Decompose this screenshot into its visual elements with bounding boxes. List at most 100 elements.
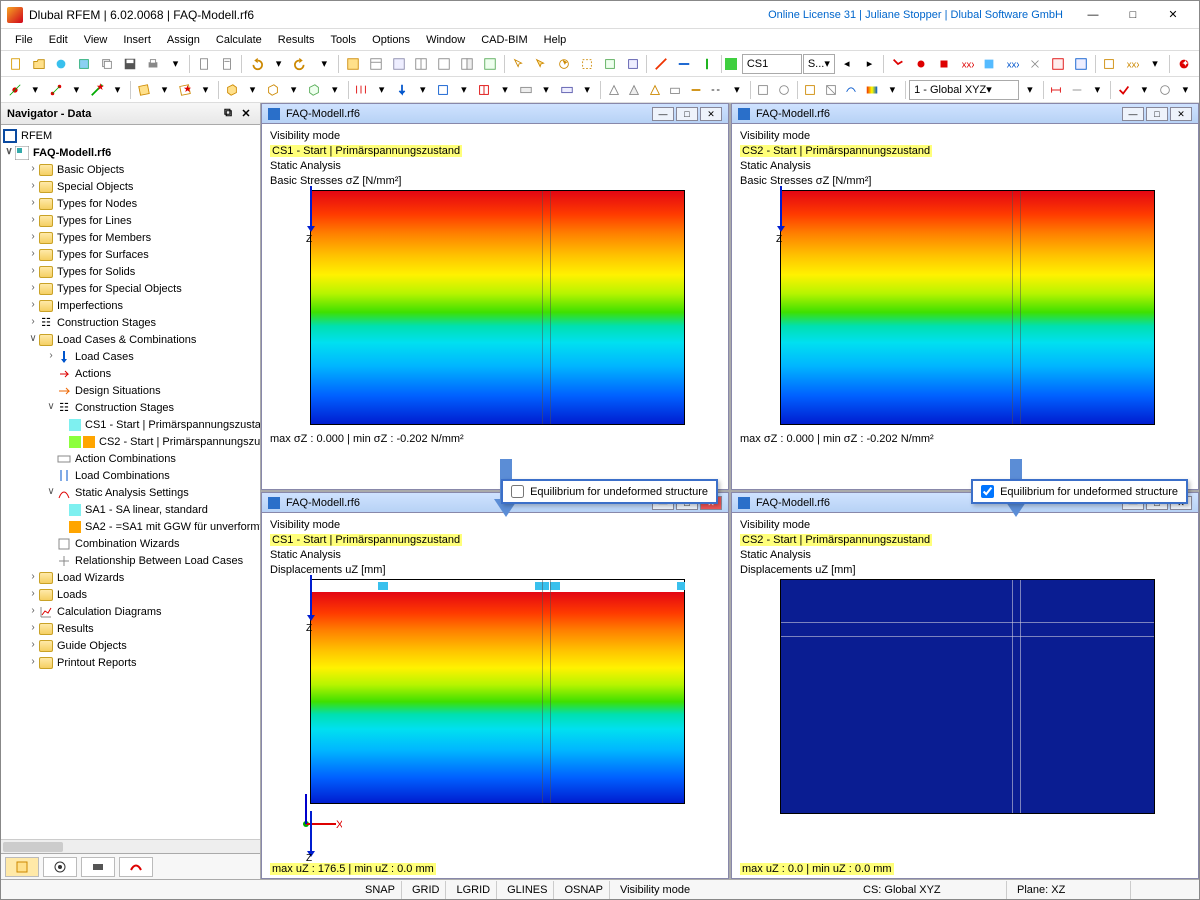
navigator-tree[interactable]: RFEM ∨ FAQ-Modell.rf6 ›Basic Objects›Spe…	[1, 125, 260, 839]
menu-calculate[interactable]: Calculate	[208, 32, 270, 48]
res4-icon[interactable]: xxx	[956, 53, 978, 75]
expand-icon[interactable]: ›	[27, 606, 39, 618]
chevron-down-icon[interactable]: ▾	[313, 53, 335, 75]
expand-icon[interactable]: ›	[27, 249, 39, 261]
chevron-down-icon[interactable]: ▾	[1135, 79, 1155, 101]
res9-icon[interactable]	[1070, 53, 1092, 75]
expand-icon[interactable]: ›	[27, 589, 39, 601]
pin-icon[interactable]: ⧉	[220, 106, 236, 122]
load2-icon[interactable]	[392, 79, 412, 101]
collapse-icon[interactable]: ∨	[3, 147, 15, 159]
opt2-icon[interactable]	[1155, 79, 1175, 101]
tab-display[interactable]	[43, 857, 77, 877]
tree-folder[interactable]: ›Types for Lines	[1, 212, 260, 229]
misc2-icon[interactable]	[774, 79, 794, 101]
menu-window[interactable]: Window	[418, 32, 473, 48]
chevron-down-icon[interactable]: ▾	[165, 53, 187, 75]
surface1-icon[interactable]	[134, 79, 154, 101]
collapse-icon[interactable]: ∨	[45, 487, 57, 499]
menu-assign[interactable]: Assign	[159, 32, 208, 48]
sup1-icon[interactable]	[604, 79, 624, 101]
tree-folder[interactable]: ›Guide Objects	[1, 637, 260, 654]
sup3-icon[interactable]	[645, 79, 665, 101]
tree-folder[interactable]: ›Results	[1, 620, 260, 637]
print-icon[interactable]	[142, 53, 164, 75]
res1-icon[interactable]	[887, 53, 909, 75]
prev-icon[interactable]: ◂	[836, 53, 858, 75]
chevron-down-icon[interactable]: ▾	[26, 79, 46, 101]
chevron-down-icon[interactable]: ▾	[1176, 79, 1196, 101]
select3-icon[interactable]	[553, 53, 575, 75]
tree-folder[interactable]: ›Types for Solids	[1, 263, 260, 280]
viewport-canvas[interactable]: Visibility mode CS2 - Start | Primärspan…	[732, 513, 1198, 878]
new-icon[interactable]	[5, 53, 27, 75]
wizard-icon[interactable]: ✦	[1173, 53, 1195, 75]
collapse-icon[interactable]: ∨	[45, 402, 57, 414]
load4-icon[interactable]	[475, 79, 495, 101]
tab-views[interactable]	[81, 857, 115, 877]
maximize-button[interactable]: □	[1113, 3, 1153, 27]
sup5-icon[interactable]	[686, 79, 706, 101]
expand-icon[interactable]: ›	[27, 164, 39, 176]
table7-icon[interactable]	[479, 53, 501, 75]
menu-insert[interactable]: Insert	[115, 32, 159, 48]
tab-results[interactable]	[119, 857, 153, 877]
tree-cs2[interactable]: CS2 - Start | Primärspannungszustand	[1, 433, 260, 450]
vp-max-icon[interactable]: □	[1146, 107, 1168, 121]
tree-sa2[interactable]: SA2 - =SA1 mit GGW für unverformte Struk…	[1, 518, 260, 535]
node3-icon[interactable]: ★	[87, 79, 107, 101]
tree-folder[interactable]: ›Load Wizards	[1, 569, 260, 586]
view3-icon[interactable]	[842, 79, 862, 101]
menu-results[interactable]: Results	[270, 32, 323, 48]
viewport-canvas[interactable]: Visibility mode CS2 - Start | Primärspan…	[732, 124, 1198, 489]
sup4-icon[interactable]	[665, 79, 685, 101]
res8-icon[interactable]	[1047, 53, 1069, 75]
tree-root[interactable]: RFEM	[1, 127, 260, 144]
glines-toggle[interactable]: GLINES	[501, 881, 554, 899]
view1-icon[interactable]	[800, 79, 820, 101]
close-panel-icon[interactable]: ✕	[238, 106, 254, 122]
vp-min-icon[interactable]: —	[652, 107, 674, 121]
res11-icon[interactable]: xxx	[1121, 53, 1143, 75]
dim2-icon[interactable]	[1067, 79, 1087, 101]
doc1-icon[interactable]	[193, 53, 215, 75]
chevron-down-icon[interactable]: ▾	[284, 79, 304, 101]
menu-file[interactable]: File	[7, 32, 41, 48]
save-icon[interactable]	[119, 53, 141, 75]
load5-icon[interactable]	[516, 79, 536, 101]
expand-icon[interactable]: ›	[27, 300, 39, 312]
open-icon[interactable]	[28, 53, 50, 75]
select6-icon[interactable]	[622, 53, 644, 75]
table2-icon[interactable]	[365, 53, 387, 75]
copy-icon[interactable]	[96, 53, 118, 75]
table6-icon[interactable]	[456, 53, 478, 75]
select5-icon[interactable]	[599, 53, 621, 75]
equilibrium-checkbox[interactable]	[981, 485, 994, 498]
expand-icon[interactable]: ›	[27, 283, 39, 295]
res3-icon[interactable]	[933, 53, 955, 75]
table1-icon[interactable]	[342, 53, 364, 75]
chevron-down-icon[interactable]: ▾	[1144, 53, 1166, 75]
expand-icon[interactable]: ›	[27, 215, 39, 227]
dim1-icon[interactable]	[1047, 79, 1067, 101]
tree-construction-stages[interactable]: ›☷Construction Stages	[1, 314, 260, 331]
expand-icon[interactable]: ›	[27, 232, 39, 244]
equilibrium-checkbox[interactable]	[511, 485, 524, 498]
minimize-button[interactable]: —	[1073, 3, 1113, 27]
load6-icon[interactable]	[557, 79, 577, 101]
block-icon[interactable]	[73, 53, 95, 75]
tree-constr-stages-sub[interactable]: ∨☷Construction Stages	[1, 399, 260, 416]
tree-design-situations[interactable]: Design Situations	[1, 382, 260, 399]
tree-model[interactable]: ∨ FAQ-Modell.rf6	[1, 144, 260, 161]
opt1-icon[interactable]	[1114, 79, 1134, 101]
axis2-icon[interactable]	[673, 53, 695, 75]
tree-folder[interactable]: ›Calculation Diagrams	[1, 603, 260, 620]
next-icon[interactable]: ▸	[859, 53, 881, 75]
res5-icon[interactable]	[979, 53, 1001, 75]
expand-icon[interactable]: ›	[45, 351, 57, 363]
sup6-icon[interactable]	[707, 79, 727, 101]
vp-min-icon[interactable]: —	[1122, 107, 1144, 121]
snap-toggle[interactable]: SNAP	[359, 881, 402, 899]
res6-icon[interactable]: xxx	[1001, 53, 1023, 75]
viewport-titlebar[interactable]: FAQ-Modell.rf6 —□✕	[732, 104, 1198, 124]
